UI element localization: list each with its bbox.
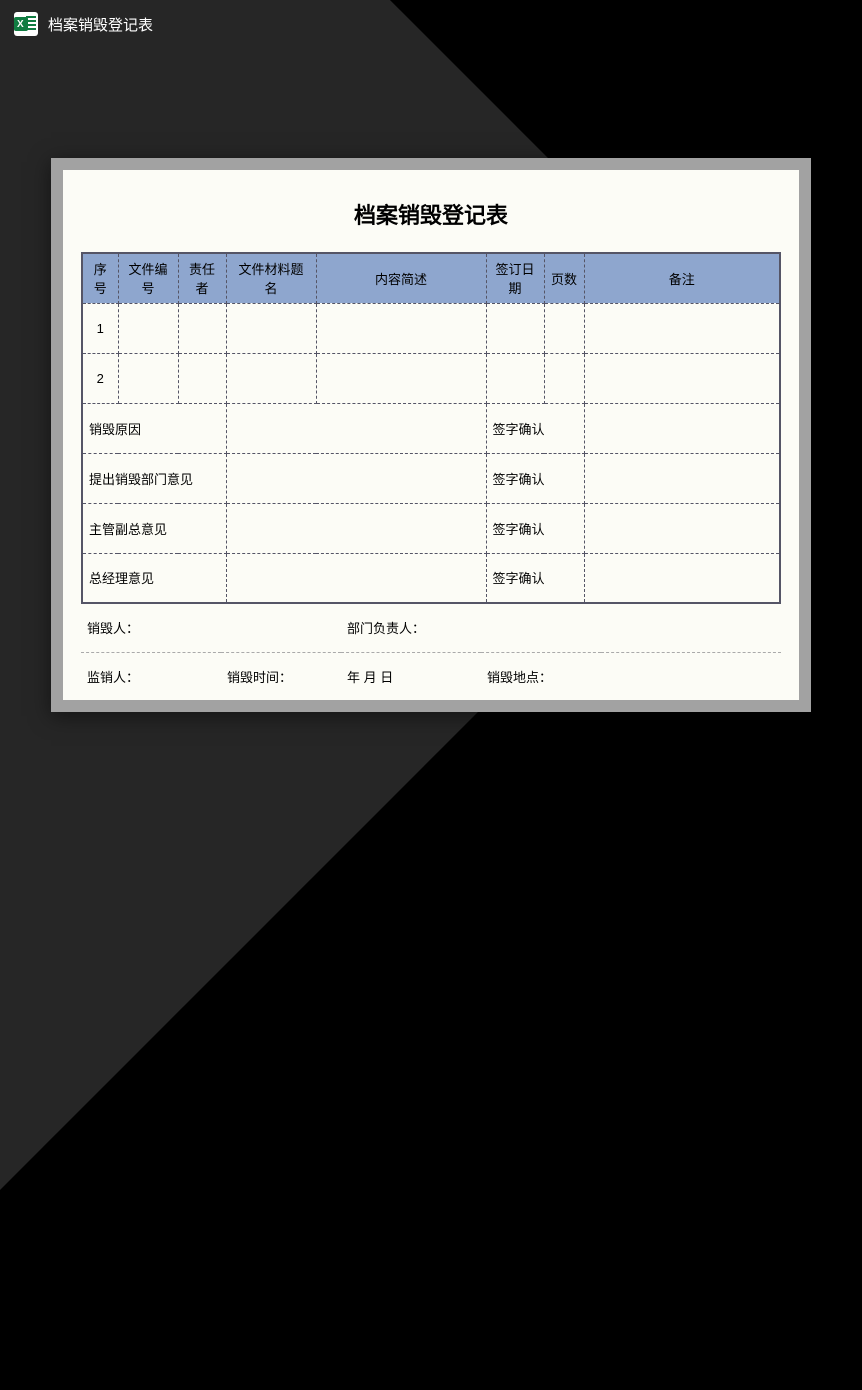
cell-sign-date [486, 353, 544, 403]
sign-value [584, 553, 780, 603]
footer-row-1: 销毁人： 部门负责人： [81, 604, 781, 652]
reason-value [226, 403, 486, 453]
th-description: 内容简述 [316, 253, 486, 303]
sign-confirm: 签字确认 [486, 503, 584, 553]
cell-note [584, 303, 780, 353]
destroyer-value [221, 604, 341, 652]
cell-pages [544, 303, 584, 353]
reason-label: 销毁原因 [82, 403, 226, 453]
cell-pages [544, 353, 584, 403]
app-title: 档案销毁登记表 [48, 14, 153, 35]
cell-description [316, 303, 486, 353]
cell-seq: 1 [82, 303, 118, 353]
sign-value [584, 503, 780, 553]
destroy-place-value [601, 652, 781, 700]
document-title: 档案销毁登记表 [81, 190, 781, 252]
th-material-name: 文件材料题名 [226, 253, 316, 303]
th-seq: 序号 [82, 253, 118, 303]
cell-description [316, 353, 486, 403]
vice-opinion-value [226, 503, 486, 553]
table-row: 2 [82, 353, 780, 403]
cell-file-num [118, 303, 178, 353]
sign-confirm: 签字确认 [486, 453, 584, 503]
sign-value [584, 403, 780, 453]
gm-opinion-label: 总经理意见 [82, 553, 226, 603]
cell-material-name [226, 353, 316, 403]
vice-opinion-label: 主管副总意见 [82, 503, 226, 553]
th-note: 备注 [584, 253, 780, 303]
excel-icon: X [14, 12, 38, 36]
document-frame: 档案销毁登记表 序号 文件编号 责任者 文件材料题名 内容简述 签订日期 页数 … [51, 158, 811, 712]
main-table: 序号 文件编号 责任者 文件材料题名 内容简述 签订日期 页数 备注 1 [81, 252, 781, 604]
gm-opinion-row: 总经理意见 签字确认 [82, 553, 780, 603]
sign-confirm: 签字确认 [486, 553, 584, 603]
cell-seq: 2 [82, 353, 118, 403]
footer-row-2: 监销人： 销毁时间： 年 月 日 销毁地点： [81, 652, 781, 700]
dept-head-label: 部门负责人： [341, 604, 781, 652]
dept-opinion-value [226, 453, 486, 503]
destroy-place-label: 销毁地点： [481, 652, 601, 700]
destroy-time-label: 销毁时间： [221, 652, 341, 700]
footer-table: 销毁人： 部门负责人： 监销人： 销毁时间： 年 月 日 销毁地点： [81, 604, 781, 700]
cell-responsible [178, 353, 226, 403]
gm-opinion-value [226, 553, 486, 603]
dept-opinion-row: 提出销毁部门意见 签字确认 [82, 453, 780, 503]
document: 档案销毁登记表 序号 文件编号 责任者 文件材料题名 内容简述 签订日期 页数 … [63, 170, 799, 700]
sign-value [584, 453, 780, 503]
sign-confirm: 签字确认 [486, 403, 584, 453]
reason-row: 销毁原因 签字确认 [82, 403, 780, 453]
cell-file-num [118, 353, 178, 403]
destroyer-label: 销毁人： [81, 604, 221, 652]
table-row: 1 [82, 303, 780, 353]
th-pages: 页数 [544, 253, 584, 303]
cell-material-name [226, 303, 316, 353]
th-sign-date: 签订日期 [486, 253, 544, 303]
table-header-row: 序号 文件编号 责任者 文件材料题名 内容简述 签订日期 页数 备注 [82, 253, 780, 303]
vice-opinion-row: 主管副总意见 签字确认 [82, 503, 780, 553]
cell-sign-date [486, 303, 544, 353]
th-file-num: 文件编号 [118, 253, 178, 303]
app-header: X 档案销毁登记表 [0, 0, 862, 48]
cell-responsible [178, 303, 226, 353]
th-responsible: 责任者 [178, 253, 226, 303]
date-format: 年 月 日 [341, 652, 481, 700]
supervisor-label: 监销人： [81, 652, 221, 700]
cell-note [584, 353, 780, 403]
dept-opinion-label: 提出销毁部门意见 [82, 453, 226, 503]
